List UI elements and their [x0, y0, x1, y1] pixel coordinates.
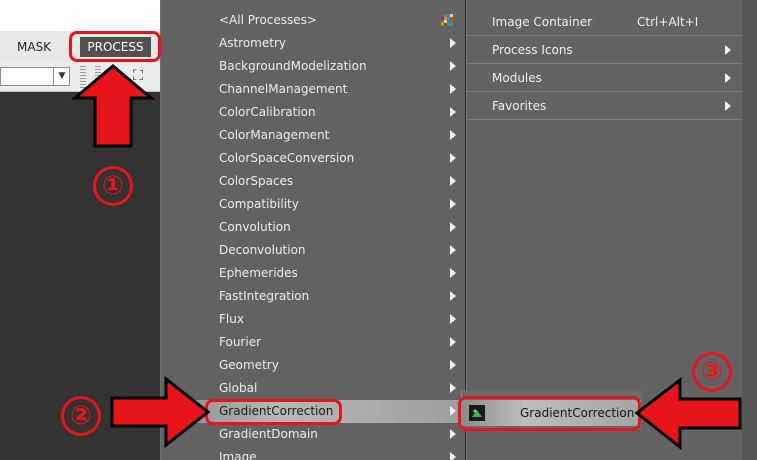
arrow-left-icon [634, 376, 742, 451]
step-number-2: ② [61, 396, 101, 436]
annotation-arrows [70, 64, 742, 451]
arrow-up-icon [70, 64, 156, 148]
arrow-right-icon [110, 375, 211, 449]
step-number-3: ③ [692, 352, 732, 392]
screenshot: MASK PROCESS ▼ ⛶ <All Processes> Astromet… [0, 0, 757, 460]
step-number-1: ① [93, 166, 133, 206]
